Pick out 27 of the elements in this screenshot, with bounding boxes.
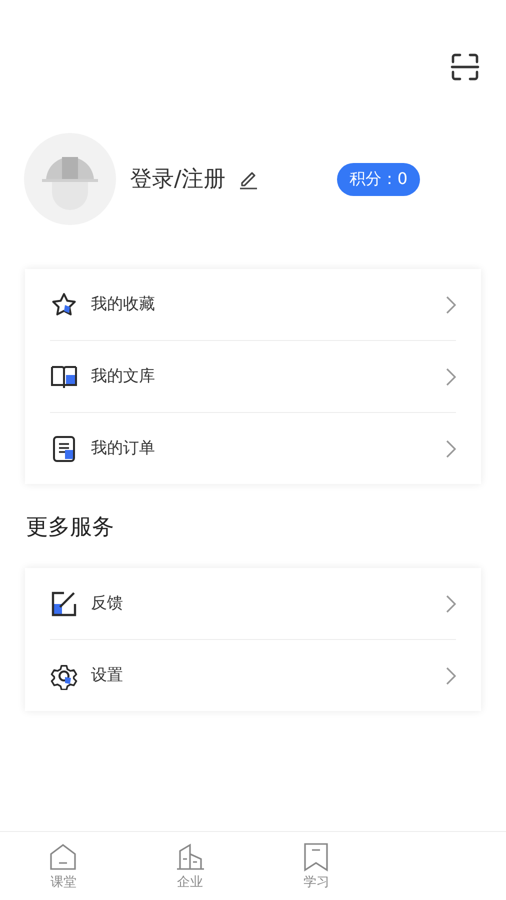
star-icon xyxy=(50,290,78,318)
tab[interactable]: 课堂 xyxy=(0,832,126,900)
menu-label: 我的订单 xyxy=(91,438,156,459)
points-badge[interactable]: 积分：0 xyxy=(337,162,420,196)
menu-item[interactable]: 设置 xyxy=(50,640,456,711)
document-icon xyxy=(50,434,78,462)
menu-item[interactable]: 我的收藏 xyxy=(50,269,456,341)
chevron-icon xyxy=(446,440,456,458)
scan-icon[interactable] xyxy=(450,52,480,82)
menu-item[interactable]: 反馈 xyxy=(50,568,456,640)
tab[interactable]: 企业 xyxy=(126,832,253,900)
chevron-icon xyxy=(446,666,456,684)
edit-box-icon xyxy=(50,590,78,618)
chevron-icon xyxy=(446,296,456,314)
menu-label: 反馈 xyxy=(91,593,124,614)
chevron-icon xyxy=(446,368,456,386)
menu-label: 我的文库 xyxy=(91,366,156,387)
chevron-icon xyxy=(446,594,456,612)
house-icon xyxy=(48,842,78,872)
building-icon xyxy=(174,842,205,872)
tab[interactable]: 学习 xyxy=(253,832,380,900)
menu-item[interactable]: 我的文库 xyxy=(50,341,456,413)
menu-item[interactable]: 我的订单 xyxy=(50,413,456,484)
login-register-link[interactable]: 登录/注册 xyxy=(130,164,226,194)
section-title: 更多服务 xyxy=(25,514,115,542)
menu-label: 我的收藏 xyxy=(91,294,156,315)
menu-label: 设置 xyxy=(91,665,124,686)
